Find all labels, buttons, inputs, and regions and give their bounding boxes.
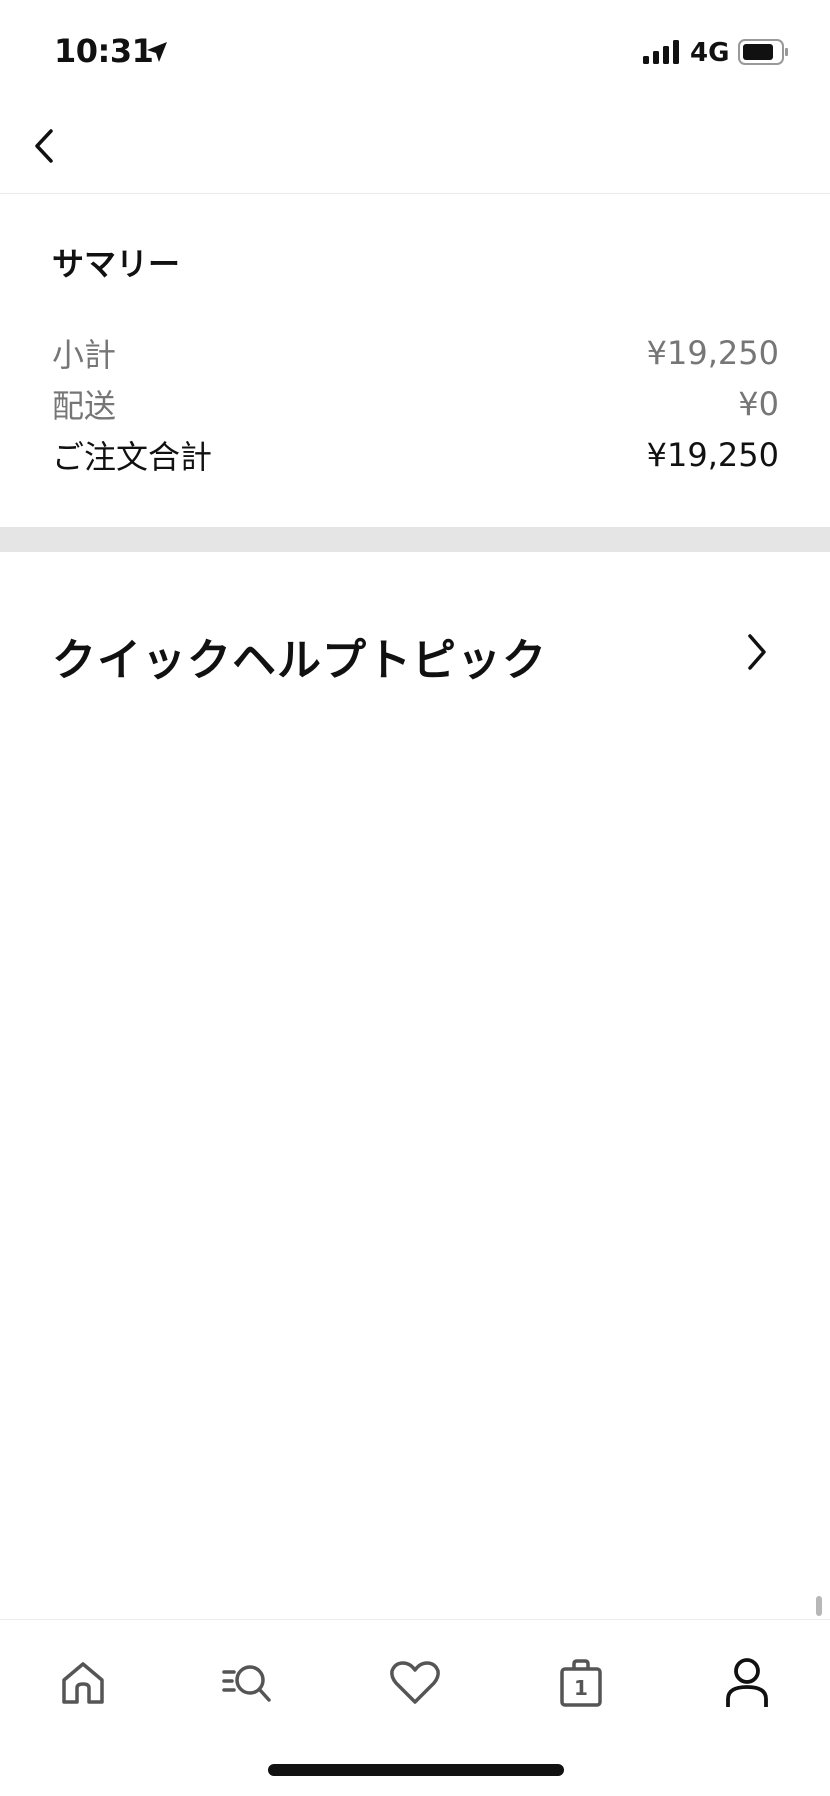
battery-icon bbox=[738, 39, 788, 65]
shipping-row: 配送 ¥0 bbox=[52, 379, 779, 429]
order-total-label: ご注文合計 bbox=[52, 438, 213, 476]
home-icon bbox=[62, 1662, 104, 1704]
tab-profile[interactable] bbox=[714, 1650, 780, 1716]
status-time: 10:31 bbox=[54, 32, 154, 70]
subtotal-label: 小計 bbox=[52, 336, 117, 374]
profile-icon bbox=[726, 1658, 768, 1707]
shipping-label: 配送 bbox=[52, 387, 117, 425]
tab-search[interactable] bbox=[215, 1650, 281, 1716]
search-icon bbox=[222, 1665, 271, 1702]
tab-bag[interactable]: 1 bbox=[548, 1650, 614, 1716]
heart-icon bbox=[390, 1661, 440, 1704]
shipping-value: ¥0 bbox=[738, 385, 779, 423]
scroll-indicator[interactable] bbox=[816, 1596, 822, 1616]
section-divider bbox=[0, 527, 830, 552]
bag-icon: 1 bbox=[560, 1659, 602, 1707]
chevron-right-icon bbox=[748, 634, 766, 670]
location-arrow-icon bbox=[147, 42, 167, 62]
home-indicator[interactable] bbox=[268, 1764, 564, 1776]
tab-favorites[interactable] bbox=[382, 1650, 448, 1716]
subtotal-row: 小計 ¥19,250 bbox=[52, 328, 779, 378]
quick-help-label: クイックヘルプトピック bbox=[52, 635, 547, 686]
summary-section: サマリー 小計 ¥19,250 配送 ¥0 ご注文合計 ¥19,250 bbox=[0, 195, 830, 527]
subtotal-value: ¥19,250 bbox=[646, 334, 779, 372]
chevron-left-icon bbox=[35, 129, 53, 163]
order-total-value: ¥19,250 bbox=[646, 436, 779, 474]
summary-title: サマリー bbox=[52, 245, 181, 283]
signal-bars-icon bbox=[643, 40, 679, 64]
quick-help-row[interactable]: クイックヘルプトピック bbox=[0, 600, 830, 710]
status-bar: 10:31 4G bbox=[0, 0, 830, 100]
network-label: 4G bbox=[690, 38, 730, 68]
back-button[interactable] bbox=[22, 118, 66, 174]
order-total-row: ご注文合計 ¥19,250 bbox=[52, 430, 779, 480]
bag-badge: 1 bbox=[574, 1676, 588, 1700]
nav-bar bbox=[0, 100, 830, 194]
tab-home[interactable] bbox=[50, 1650, 116, 1716]
